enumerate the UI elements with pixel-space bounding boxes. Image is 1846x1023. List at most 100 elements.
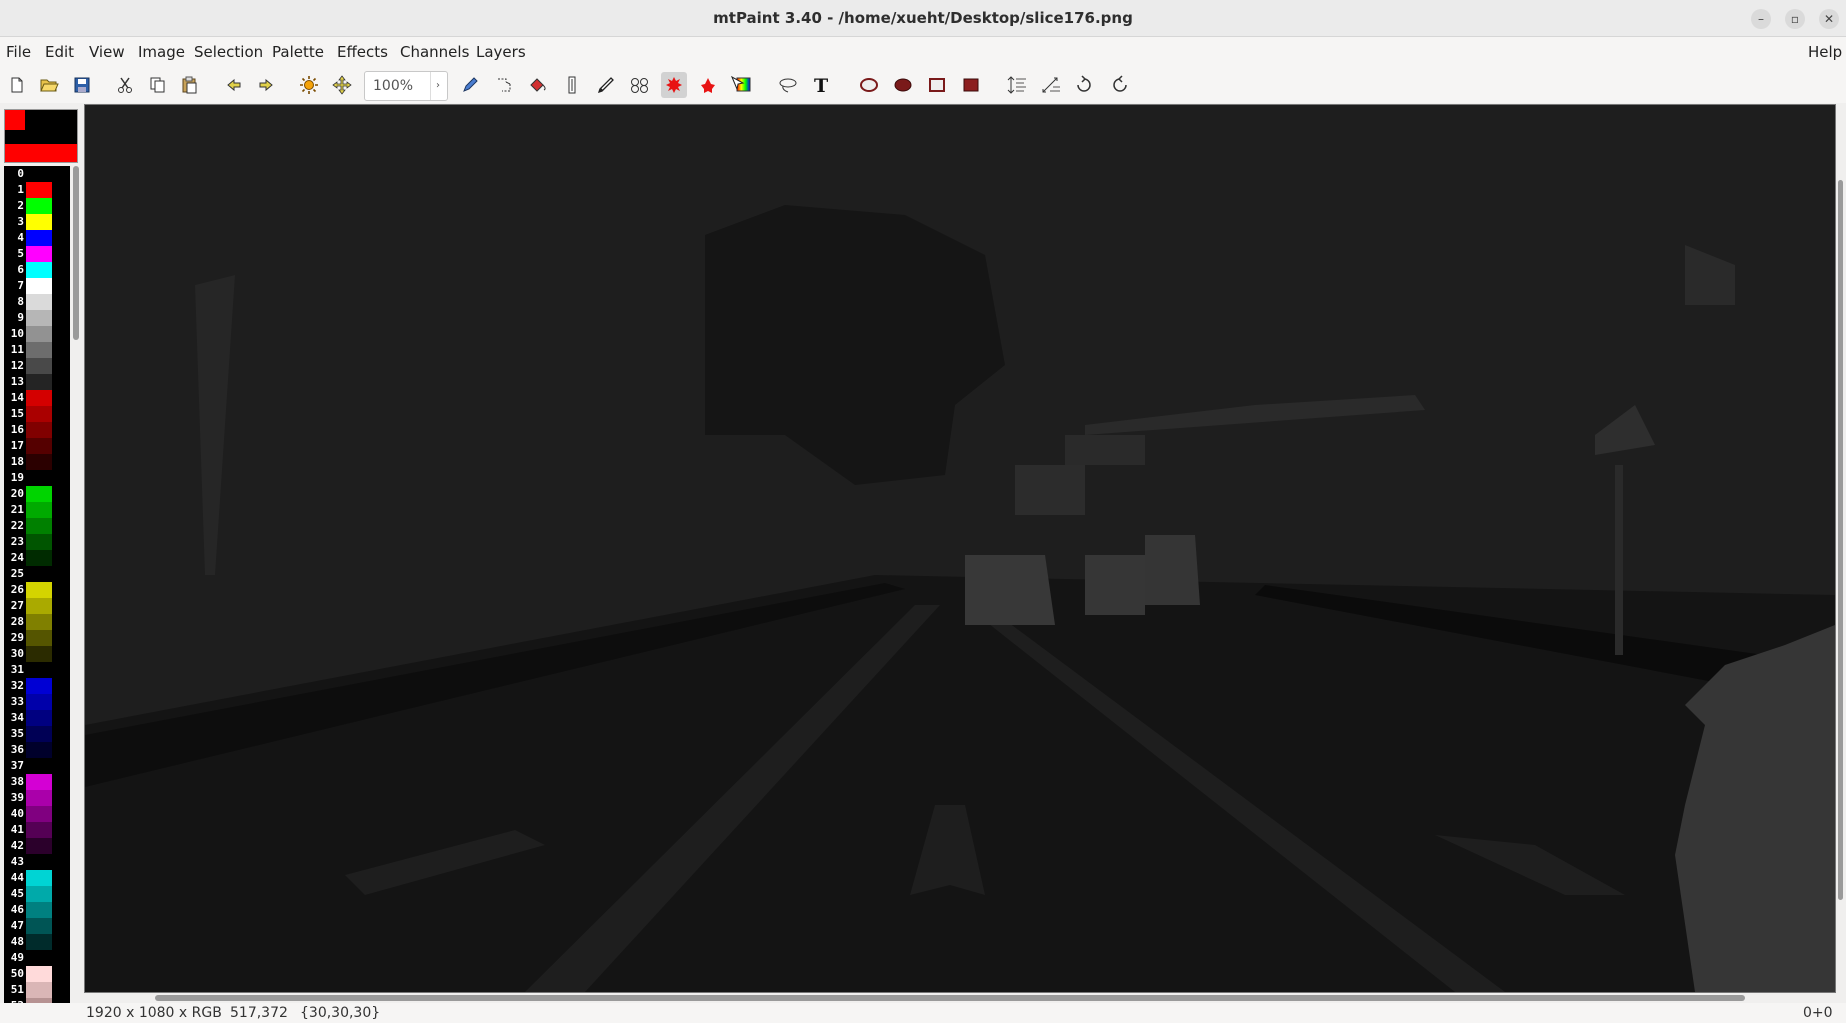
menu-image[interactable]: Image <box>138 37 185 67</box>
palette-color[interactable] <box>26 726 52 742</box>
palette-color[interactable] <box>26 342 52 358</box>
palette-color[interactable] <box>26 230 52 246</box>
horizontal-scrollbar[interactable] <box>155 995 1745 1001</box>
palette-entry[interactable]: 38 <box>4 774 70 790</box>
palette-entry[interactable]: 43 <box>4 854 70 870</box>
palette-entry[interactable]: 15 <box>4 406 70 422</box>
palette-entry[interactable]: 3 <box>4 214 70 230</box>
palette-entry[interactable]: 32 <box>4 678 70 694</box>
maximize-button[interactable]: ▫ <box>1785 9 1805 29</box>
palette-color[interactable] <box>26 742 52 758</box>
palette-color[interactable] <box>26 470 52 486</box>
palette-color[interactable] <box>26 422 52 438</box>
undo-icon[interactable] <box>221 72 247 98</box>
save-file-icon[interactable] <box>69 72 95 98</box>
cut-icon[interactable] <box>112 72 138 98</box>
palette-edit-icon[interactable] <box>728 72 754 98</box>
lasso-icon[interactable] <box>775 72 801 98</box>
palette-color[interactable] <box>26 326 52 342</box>
palette-color[interactable] <box>26 198 52 214</box>
palette-color[interactable] <box>26 310 52 326</box>
palette-entry[interactable]: 17 <box>4 438 70 454</box>
zoom-dropdown-arrow[interactable]: › <box>430 72 445 100</box>
primary-color-bar[interactable] <box>5 144 77 162</box>
palette-color[interactable] <box>26 710 52 726</box>
palette-entry[interactable]: 28 <box>4 614 70 630</box>
palette-color[interactable] <box>26 934 52 950</box>
palette-color[interactable] <box>26 886 52 902</box>
palette-color[interactable] <box>26 582 52 598</box>
rect-fill-icon[interactable] <box>958 72 984 98</box>
menu-file[interactable]: File <box>6 37 31 67</box>
palette-entry[interactable]: 45 <box>4 886 70 902</box>
new-file-icon[interactable] <box>4 72 30 98</box>
palette-color[interactable] <box>26 854 52 870</box>
brightness-icon[interactable] <box>296 72 322 98</box>
palette-color[interactable] <box>26 294 52 310</box>
flip-vertical-icon[interactable] <box>1004 72 1030 98</box>
palette-color[interactable] <box>26 390 52 406</box>
palette-entry[interactable]: 14 <box>4 390 70 406</box>
rect-outline-icon[interactable] <box>924 72 950 98</box>
palette-color[interactable] <box>26 534 52 550</box>
palette-entry[interactable]: 50 <box>4 966 70 982</box>
redo-icon[interactable] <box>253 72 279 98</box>
palette-entry[interactable]: 18 <box>4 454 70 470</box>
palette-entry[interactable]: 37 <box>4 758 70 774</box>
open-file-icon[interactable] <box>36 72 62 98</box>
palette-color[interactable] <box>26 358 52 374</box>
menu-effects[interactable]: Effects <box>337 37 388 67</box>
palette-color[interactable] <box>26 246 52 262</box>
palette-color[interactable] <box>26 758 52 774</box>
brush-icon[interactable] <box>593 72 619 98</box>
palette-entry[interactable]: 40 <box>4 806 70 822</box>
palette-entry[interactable]: 47 <box>4 918 70 934</box>
palette-color[interactable] <box>26 182 52 198</box>
ellipse-outline-icon[interactable] <box>856 72 882 98</box>
palette-entry[interactable]: 1 <box>4 182 70 198</box>
palette-entry[interactable]: 7 <box>4 278 70 294</box>
palette-entry[interactable]: 20 <box>4 486 70 502</box>
palette-color[interactable] <box>26 838 52 854</box>
palette-entry[interactable]: 33 <box>4 694 70 710</box>
palette-entry[interactable]: 12 <box>4 358 70 374</box>
menu-selection[interactable]: Selection <box>194 37 263 67</box>
rotate-clockwise-icon[interactable] <box>1072 72 1098 98</box>
palette-entry[interactable]: 0 <box>4 166 70 182</box>
palette-color[interactable] <box>26 486 52 502</box>
palette-entry[interactable]: 6 <box>4 262 70 278</box>
palette-color[interactable] <box>26 214 52 230</box>
close-button[interactable]: ✕ <box>1819 9 1839 29</box>
vertical-scrollbar[interactable] <box>1838 180 1843 900</box>
palette-entry[interactable]: 36 <box>4 742 70 758</box>
zoom-combo[interactable]: 100% › <box>364 71 448 101</box>
palette-entry[interactable]: 27 <box>4 598 70 614</box>
palette-color[interactable] <box>26 966 52 982</box>
palette-entry[interactable]: 10 <box>4 326 70 342</box>
palette-entry[interactable]: 24 <box>4 550 70 566</box>
palette-entry[interactable]: 30 <box>4 646 70 662</box>
palette-scrollbar[interactable] <box>73 166 79 340</box>
flip-horizontal-icon[interactable] <box>1038 72 1064 98</box>
palette-entry[interactable]: 5 <box>4 246 70 262</box>
menu-edit[interactable]: Edit <box>45 37 74 67</box>
palette-color[interactable] <box>26 566 52 582</box>
color-swatch[interactable] <box>4 109 78 163</box>
palette-color[interactable] <box>26 454 52 470</box>
palette-color[interactable] <box>26 950 52 966</box>
palette-entry[interactable]: 31 <box>4 662 70 678</box>
palette-color[interactable] <box>26 438 52 454</box>
palette-entry[interactable]: 41 <box>4 822 70 838</box>
fill-icon[interactable] <box>525 72 551 98</box>
palette-entry[interactable]: 8 <box>4 294 70 310</box>
palette-entry[interactable]: 39 <box>4 790 70 806</box>
palette-entry[interactable]: 49 <box>4 950 70 966</box>
palette-entry[interactable]: 16 <box>4 422 70 438</box>
line-icon[interactable] <box>559 72 585 98</box>
palette-entry[interactable]: 46 <box>4 902 70 918</box>
minimize-button[interactable]: – <box>1751 9 1771 29</box>
palette-entry[interactable]: 44 <box>4 870 70 886</box>
menu-help[interactable]: Help <box>1808 37 1842 67</box>
palette-entry[interactable]: 9 <box>4 310 70 326</box>
palette-color[interactable] <box>26 278 52 294</box>
